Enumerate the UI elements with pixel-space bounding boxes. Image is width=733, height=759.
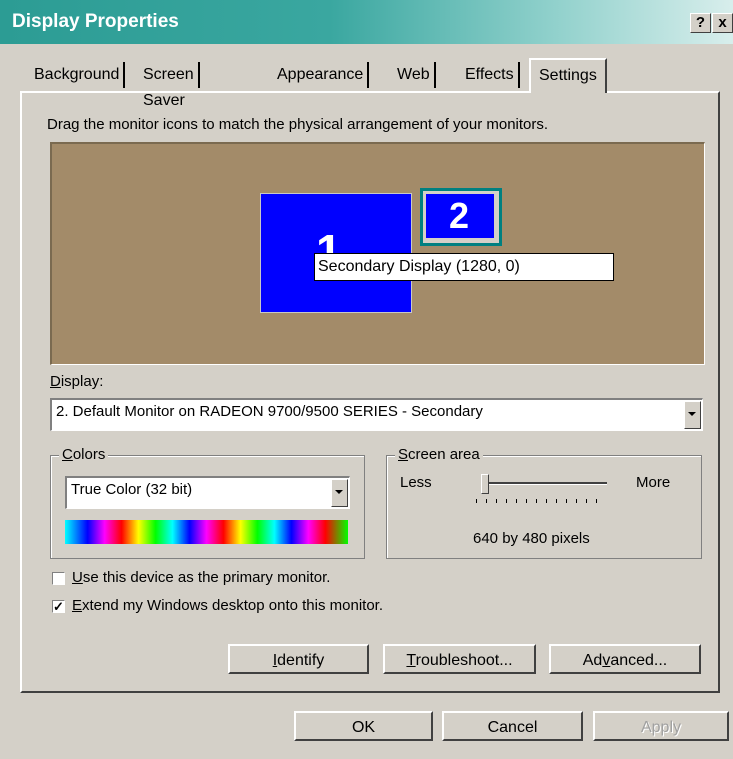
display-select[interactable]: 2. Default Monitor on RADEON 9700/9500 S… xyxy=(50,398,703,431)
tab-web[interactable]: Web xyxy=(393,62,436,88)
colors-select-value: True Color (32 bit) xyxy=(71,481,193,498)
tab-settings[interactable]: Settings xyxy=(529,58,607,93)
screen-area-legend: Screen area xyxy=(395,446,483,463)
display-select-value: 2. Default Monitor on RADEON 9700/9500 S… xyxy=(56,403,483,420)
slider-ticks xyxy=(476,499,604,503)
tab-screen-saver[interactable]: Screen Saver xyxy=(139,62,200,109)
slider-more-label: More xyxy=(636,474,671,491)
primary-monitor-checkbox[interactable] xyxy=(52,572,65,585)
chevron-down-icon[interactable] xyxy=(684,401,701,429)
close-button[interactable]: x xyxy=(712,13,733,33)
colors-select[interactable]: True Color (32 bit) xyxy=(65,476,350,509)
identify-button[interactable]: Identify xyxy=(228,644,369,674)
tab-background[interactable]: Background xyxy=(30,62,126,88)
help-button[interactable]: ? xyxy=(690,13,711,33)
extend-desktop-checkbox[interactable]: ✓ xyxy=(52,600,65,613)
tab-effects[interactable]: Effects xyxy=(461,62,520,88)
colors-legend: Colors xyxy=(59,446,109,463)
monitor-2-number: 2 xyxy=(449,195,470,236)
apply-button[interactable]: Apply xyxy=(593,711,729,741)
primary-monitor-label: Use this device as the primary monitor. xyxy=(72,569,331,586)
display-label: Display: xyxy=(50,373,104,390)
monitor-tooltip: Secondary Display (1280, 0) xyxy=(314,253,614,281)
cancel-button[interactable]: Cancel xyxy=(442,711,583,741)
window-title: Display Properties xyxy=(12,11,179,32)
slider-less-label: Less xyxy=(400,474,432,491)
display-label-rest: isplay: xyxy=(60,373,104,390)
resolution-text: 640 by 480 pixels xyxy=(473,530,590,547)
tab-appearance[interactable]: Appearance xyxy=(273,62,370,88)
resolution-slider-thumb[interactable] xyxy=(481,474,489,494)
resolution-slider-track[interactable] xyxy=(483,482,607,485)
extend-desktop-label: Extend my Windows desktop onto this moni… xyxy=(72,597,383,614)
title-bar[interactable]: Display Properties ? x xyxy=(0,0,733,44)
troubleshoot-button[interactable]: Troubleshoot... xyxy=(383,644,536,674)
monitor-2-icon[interactable]: 2 xyxy=(420,188,502,246)
chevron-down-icon[interactable] xyxy=(331,479,348,507)
advanced-button[interactable]: Advanced... xyxy=(549,644,701,674)
instruction-text: Drag the monitor icons to match the phys… xyxy=(47,116,549,133)
ok-button[interactable]: OK xyxy=(294,711,433,741)
color-spectrum-bar xyxy=(65,520,348,544)
